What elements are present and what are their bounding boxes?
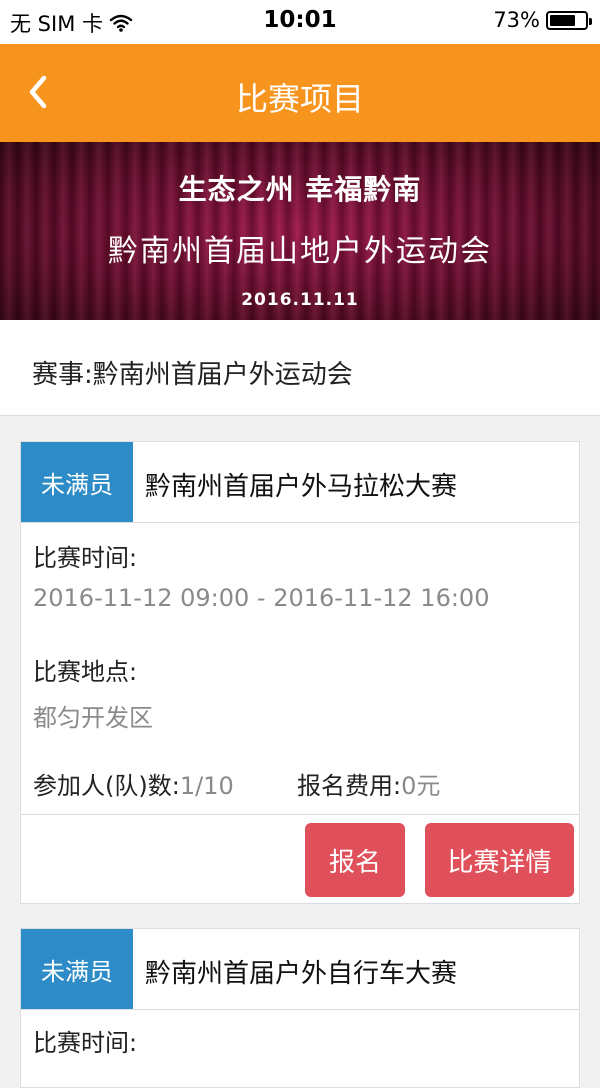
nav-bar: 比赛项目	[0, 44, 600, 142]
competition-title: 黔南州首届户外马拉松大赛	[145, 472, 458, 502]
status-bar: 无 SIM 卡 10:01 73%	[0, 0, 600, 44]
page-title: 比赛项目	[235, 80, 364, 118]
battery-cap	[589, 17, 592, 25]
status-badge: 未满员	[21, 929, 133, 1009]
time-label: 比赛时间:	[33, 544, 138, 572]
fee-value: 0元	[401, 772, 441, 800]
status-badge: 未满员	[21, 442, 133, 522]
fee-label: 报名费用:	[297, 772, 402, 800]
banner-slogan: 生态之州 幸福黔南	[178, 173, 422, 206]
battery-icon	[546, 10, 592, 30]
card-actions: 报名 比赛详情	[21, 814, 579, 905]
event-banner: 生态之州 幸福黔南 黔南州首届山地户外运动会 2016.11.11	[0, 142, 600, 320]
location-value: 都匀开发区	[33, 704, 153, 732]
card-header: 未满员 黔南州首届户外马拉松大赛	[21, 442, 579, 523]
competition-card: 未满员 黔南州首届户外自行车大赛 比赛时间:	[20, 928, 580, 1088]
participants: 参加人(队)数:1/10	[33, 766, 234, 801]
status-bar-right: 73%	[493, 8, 592, 32]
time-value: 2016-11-12 09:00 - 2016-11-12 16:00	[33, 584, 490, 612]
banner-date: 2016.11.11	[241, 290, 359, 310]
banner-event-name: 黔南州首届山地户外运动会	[108, 234, 492, 269]
fee: 报名费用:0元	[297, 766, 440, 801]
battery-level	[550, 14, 575, 26]
details-button[interactable]: 比赛详情	[425, 823, 574, 897]
event-name: 赛事:黔南州首届户外运动会	[32, 360, 353, 390]
participants-label: 参加人(队)数:	[33, 772, 180, 800]
location-label: 比赛地点:	[33, 658, 138, 686]
battery-percentage: 73%	[493, 8, 540, 32]
signup-button[interactable]: 报名	[305, 823, 405, 897]
card-header: 未满员 黔南州首届户外自行车大赛	[21, 929, 579, 1010]
time-label: 比赛时间:	[33, 1029, 138, 1057]
competition-title: 黔南州首届户外自行车大赛	[145, 959, 458, 989]
participants-value: 1/10	[179, 772, 234, 800]
event-info-row: 赛事:黔南州首届户外运动会	[0, 320, 600, 416]
competition-card: 未满员 黔南州首届户外马拉松大赛 比赛时间: 2016-11-12 09:00 …	[20, 441, 580, 904]
